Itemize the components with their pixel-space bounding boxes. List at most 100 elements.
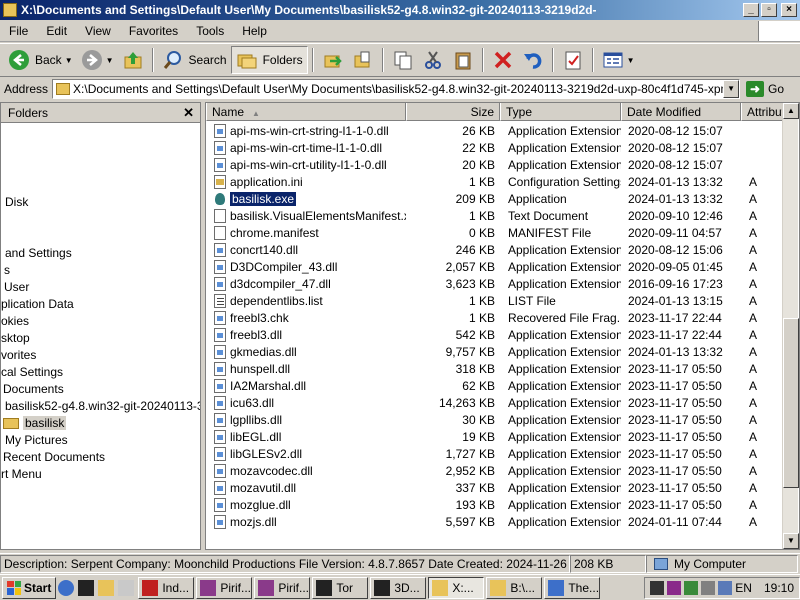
file-name-cell[interactable]: libGLESv2.dll [206, 446, 406, 461]
folders-pane[interactable]: Folders ✕ Disk and Settings s User plica… [0, 102, 201, 550]
column-name[interactable]: Name ▲ [206, 103, 406, 121]
file-name-cell[interactable]: basilisk.exe [206, 191, 406, 206]
file-name[interactable]: hunspell.dll [230, 362, 290, 376]
file-name-cell[interactable]: basilisk.VisualElementsManifest.xml [206, 208, 406, 223]
table-row[interactable]: freebl3.chk 1 KB Recovered File Frag... 202… [206, 309, 786, 326]
tree-node-local-settings[interactable]: cal Settings [1, 365, 63, 379]
taskbar-button[interactable]: B:\... [486, 576, 543, 599]
tree-node-application-data[interactable]: plication Data [1, 297, 74, 311]
column-size[interactable]: Size [406, 103, 500, 121]
file-name-cell[interactable]: hunspell.dll [206, 361, 406, 376]
file-name[interactable]: mozjs.dll [230, 515, 277, 529]
table-row[interactable]: D3DCompiler_43.dll 2,057 KB Application Ex… [206, 258, 786, 275]
file-name[interactable]: IA2Marshal.dll [230, 379, 306, 393]
file-name[interactable]: D3DCompiler_43.dll [230, 260, 337, 274]
file-list[interactable]: Name ▲ Size Type Date Modified Attribut a… [205, 102, 800, 550]
file-name-cell[interactable]: api-ms-win-crt-time-l1-1-0.dll [206, 140, 406, 155]
tray-app-icon[interactable] [650, 580, 665, 595]
table-row[interactable]: mozavutil.dll 337 KB Application Extension… [206, 479, 786, 496]
tree-node-favorites[interactable]: vorites [1, 348, 36, 362]
tree-node-start-menu[interactable]: rt Menu [1, 467, 42, 481]
file-name[interactable]: basilisk.exe [228, 191, 298, 206]
taskbar-button[interactable]: The... [544, 576, 601, 599]
file-name[interactable]: mozglue.dll [230, 498, 291, 512]
close-button[interactable]: × [781, 3, 797, 17]
file-name[interactable]: chrome.manifest [230, 226, 319, 240]
table-row[interactable]: api-ms-win-crt-utility-l1-1-0.dll 20 KB Ap… [206, 156, 786, 173]
up-button[interactable] [118, 46, 148, 74]
file-name[interactable]: lgpllibs.dll [230, 413, 282, 427]
move-to-button[interactable] [318, 46, 348, 74]
tree-node-recent-documents[interactable]: Recent Documents [3, 450, 105, 464]
table-row[interactable]: api-ms-win-crt-time-l1-1-0.dll 22 KB Appli… [206, 139, 786, 156]
file-name[interactable]: libEGL.dll [230, 430, 281, 444]
copy-to-button[interactable] [348, 46, 378, 74]
file-name-cell[interactable]: mozjs.dll [206, 514, 406, 529]
column-type[interactable]: Type [500, 103, 621, 121]
menu-help[interactable]: Help [233, 24, 276, 38]
file-name-cell[interactable]: mozavcodec.dll [206, 463, 406, 478]
file-name-cell[interactable]: IA2Marshal.dll [206, 378, 406, 393]
cut-button[interactable] [418, 46, 448, 74]
file-name-cell[interactable]: concrt140.dll [206, 242, 406, 257]
table-row[interactable]: chrome.manifest 0 KB MANIFEST File 2020-09-… [206, 224, 786, 241]
network-icon[interactable] [718, 580, 733, 595]
file-name[interactable]: mozavutil.dll [230, 481, 296, 495]
quicklaunch-explorer-icon[interactable] [98, 579, 115, 596]
column-attributes[interactable]: Attribut [741, 103, 786, 121]
tree-node-default-user[interactable]: User [4, 280, 29, 294]
table-row[interactable]: basilisk.exe 209 KB Application 2024-01-13 … [206, 190, 786, 207]
file-name-cell[interactable]: libEGL.dll [206, 429, 406, 444]
file-name-cell[interactable]: mozavutil.dll [206, 480, 406, 495]
taskbar-button[interactable]: 3D... [370, 576, 427, 599]
table-row[interactable]: libEGL.dll 19 KB Application Extension 2023… [206, 428, 786, 445]
go-button[interactable]: ➜ Go [746, 81, 784, 97]
menu-file[interactable]: File [0, 24, 37, 38]
tree-node-basilisk52[interactable]: basilisk52-g4.8.win32-git-20240113-3219 [5, 399, 200, 413]
file-name-cell[interactable]: freebl3.dll [206, 327, 406, 342]
table-row[interactable]: api-ms-win-crt-string-l1-1-0.dll 26 KB App… [206, 122, 786, 139]
tree-node-cookies[interactable]: okies [1, 314, 29, 328]
file-name[interactable]: api-ms-win-crt-utility-l1-1-0.dll [230, 158, 387, 172]
copy-button[interactable] [388, 46, 418, 74]
file-name[interactable]: freebl3.chk [230, 311, 289, 325]
table-row[interactable]: lgpllibs.dll 30 KB Application Extension 20… [206, 411, 786, 428]
taskbar-button[interactable]: Ind... [138, 576, 195, 599]
table-row[interactable]: libGLESv2.dll 1,727 KB Application Extensi… [206, 445, 786, 462]
file-name[interactable]: icu63.dll [230, 396, 274, 410]
file-name-cell[interactable]: D3DCompiler_43.dll [206, 259, 406, 274]
file-name[interactable]: d3dcompiler_47.dll [230, 277, 331, 291]
search-button[interactable]: Search [158, 46, 231, 74]
table-row[interactable]: mozglue.dll 193 KB Application Extension 20… [206, 496, 786, 513]
maximize-button[interactable]: ▫ [761, 3, 777, 17]
table-row[interactable]: mozavcodec.dll 2,952 KB Application Extens… [206, 462, 786, 479]
tree-node-desktop[interactable]: sktop [1, 331, 30, 345]
taskbar-button[interactable]: Tor [312, 576, 369, 599]
close-icon[interactable]: ✕ [183, 105, 194, 121]
tree-node-basilisk[interactable]: basilisk [3, 416, 67, 430]
tree-node-documents-and-settings[interactable]: and Settings [5, 246, 72, 260]
language-indicator[interactable]: EN [735, 581, 752, 595]
quicklaunch-desktop-icon[interactable] [118, 579, 135, 596]
column-date-modified[interactable]: Date Modified [621, 103, 741, 121]
file-name[interactable]: freebl3.dll [230, 328, 282, 342]
forward-button[interactable]: ▼ [77, 46, 118, 74]
paste-button[interactable] [448, 46, 478, 74]
file-name-cell[interactable]: api-ms-win-crt-utility-l1-1-0.dll [206, 157, 406, 172]
table-row[interactable]: concrt140.dll 246 KB Application Extension… [206, 241, 786, 258]
table-row[interactable]: gkmedias.dll 9,757 KB Application Extensio… [206, 343, 786, 360]
quicklaunch-cmd-icon[interactable] [78, 579, 95, 596]
vertical-scrollbar[interactable]: ▲ ▼ [782, 103, 799, 549]
minimize-button[interactable]: _ [743, 3, 759, 17]
folders-button[interactable]: Folders [230, 46, 308, 74]
chevron-down-icon[interactable]: ▼ [65, 56, 73, 65]
file-name[interactable]: dependentlibs.list [230, 294, 323, 308]
tray-app-icon[interactable] [667, 580, 682, 595]
file-name-cell[interactable]: lgpllibs.dll [206, 412, 406, 427]
menu-view[interactable]: View [76, 24, 120, 38]
taskbar-button[interactable]: X:... [428, 576, 485, 599]
quicklaunch-ie-icon[interactable] [58, 579, 75, 596]
file-name-cell[interactable]: freebl3.chk [206, 310, 406, 325]
file-name[interactable]: api-ms-win-crt-string-l1-1-0.dll [230, 124, 389, 138]
file-name-cell[interactable]: api-ms-win-crt-string-l1-1-0.dll [206, 123, 406, 138]
